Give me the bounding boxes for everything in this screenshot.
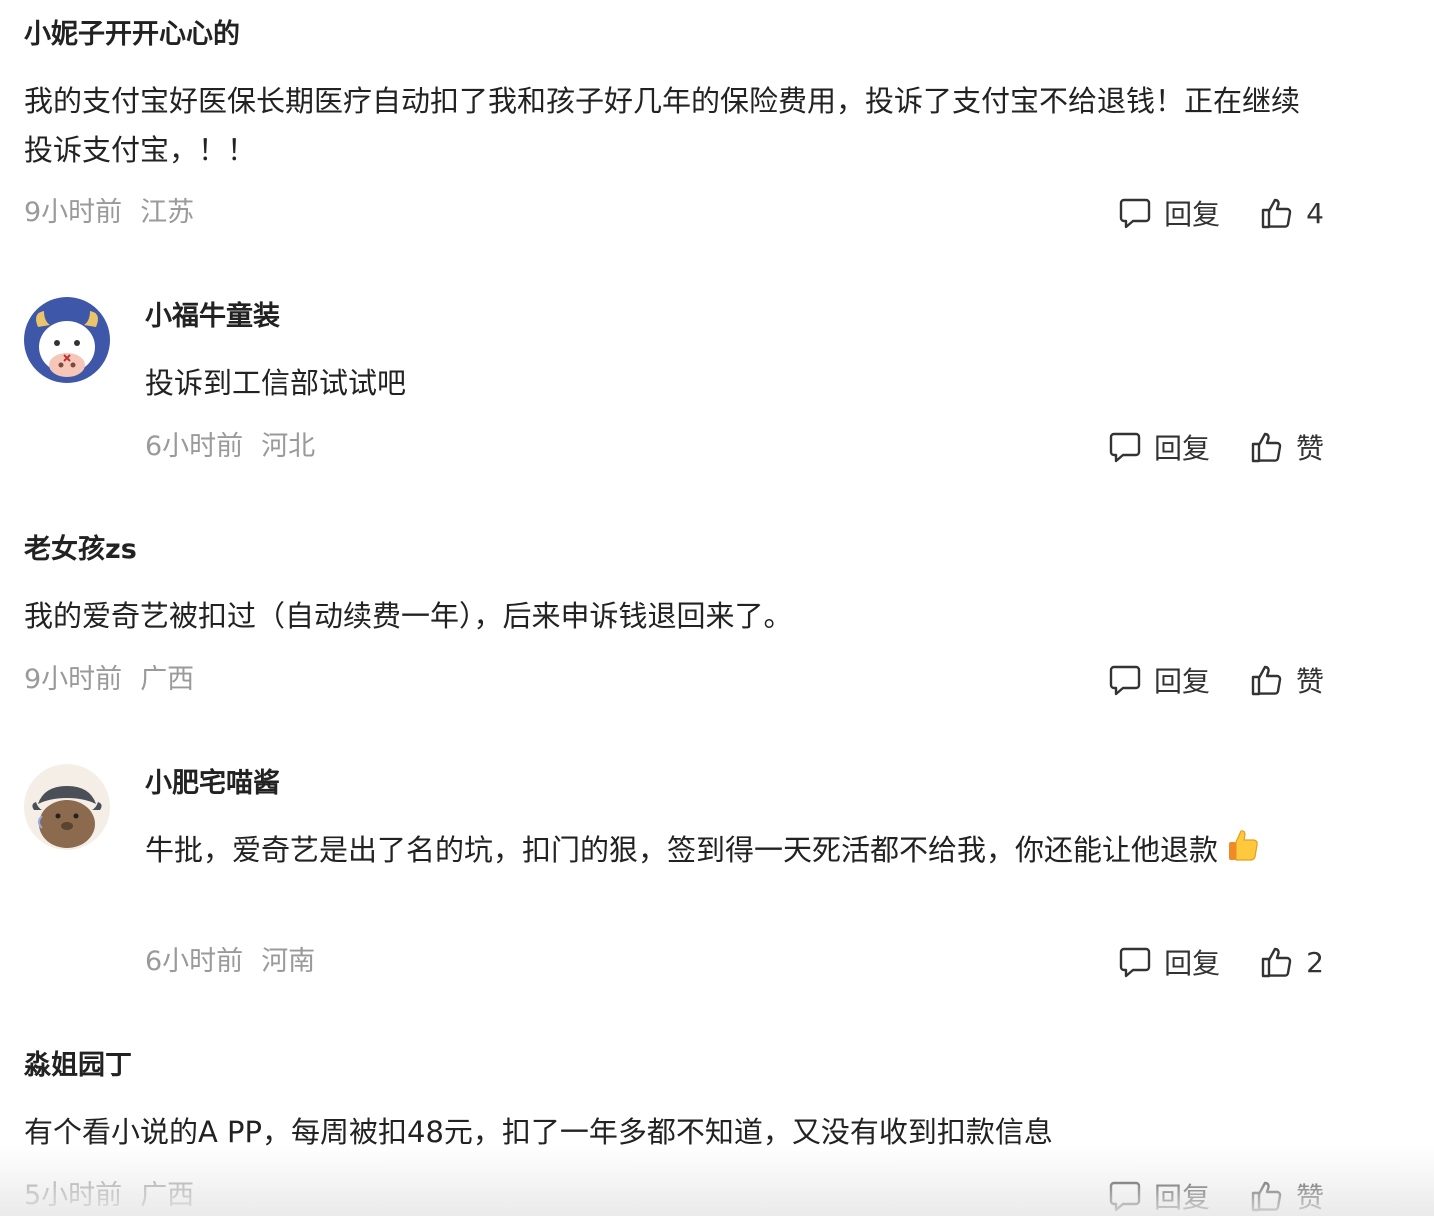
comment-location: 河南 — [261, 946, 316, 977]
comment-text: 我的支付宝好医保长期医疗自动扣了我和孩子好几年的保险费用，投诉了支付宝不给退钱！… — [24, 84, 1301, 167]
reply-label: 回复 — [1153, 432, 1210, 465]
comment-actions: 回复 2 — [1118, 942, 1324, 982]
thumbs-up-icon — [1260, 196, 1294, 230]
comment-actions: 回复 赞 — [1108, 427, 1324, 467]
comment-time: 6小时前 — [145, 431, 244, 462]
thumbs-up-icon — [1250, 663, 1284, 697]
username[interactable]: 淼姐园丁 — [24, 1048, 132, 1084]
reply-button[interactable]: 回复 — [1108, 660, 1210, 700]
reply-label: 回复 — [1164, 198, 1221, 231]
comment-text: 我的爱奇艺被扣过（自动续费一年），后来申诉钱退回来了。 — [24, 599, 793, 633]
username[interactable]: 小肥宅喵酱 — [145, 766, 280, 802]
comment-text-body: 牛批，爱奇艺是出了名的坑，扣门的狠，签到得一天死活都不给我，你还能让他退款 — [145, 833, 1219, 867]
comment-time: 5小时前 — [24, 1180, 123, 1211]
comment-actions: 回复 4 — [1118, 193, 1324, 233]
speech-bubble-icon — [1118, 196, 1152, 230]
like-label: 赞 — [1295, 432, 1324, 465]
comment-time: 9小时前 — [24, 197, 123, 228]
reply-button[interactable]: 回复 — [1108, 427, 1210, 467]
username[interactable]: 小福牛童装 — [145, 299, 280, 335]
comment-text: 牛批，爱奇艺是出了名的坑，扣门的狠，签到得一天死活都不给我，你还能让他退款 — [145, 826, 1335, 877]
like-button[interactable]: 2 — [1260, 945, 1324, 979]
like-button[interactable]: 赞 — [1250, 660, 1324, 700]
speech-bubble-icon — [1108, 430, 1142, 464]
reply-button[interactable]: 回复 — [1118, 193, 1220, 233]
reply-label: 回复 — [1153, 1181, 1210, 1214]
speech-bubble-icon — [1118, 945, 1152, 979]
comment-meta: 9小时前 江苏 — [24, 195, 194, 231]
thumbs-up-icon — [1250, 1179, 1284, 1213]
comment-location: 广西 — [140, 664, 195, 695]
comment-actions: 回复 赞 — [1108, 1176, 1324, 1216]
username[interactable]: 小妮子开开心心的 — [24, 17, 240, 53]
reply-label: 回复 — [1164, 947, 1221, 980]
comment-meta: 6小时前 河南 — [145, 944, 315, 980]
like-button[interactable]: 赞 — [1250, 427, 1324, 467]
thumbs-up-icon — [1250, 430, 1284, 464]
avatar[interactable] — [24, 297, 110, 383]
comment-actions: 回复 赞 — [1108, 660, 1324, 700]
like-button[interactable]: 赞 — [1250, 1176, 1324, 1216]
like-count: 2 — [1306, 945, 1324, 979]
thumbs-up-icon — [1260, 945, 1294, 979]
comment-text: 有个看小说的A PP，每周被扣48元，扣了一年多都不知道，又没有收到扣款信息 — [24, 1115, 1053, 1149]
comment-meta: 6小时前 河北 — [145, 429, 315, 465]
reply-button[interactable]: 回复 — [1108, 1176, 1210, 1216]
comment-text: 投诉到工信部试试吧 — [145, 366, 407, 400]
speech-bubble-icon — [1108, 663, 1142, 697]
like-count: 4 — [1306, 196, 1324, 230]
comment-time: 9小时前 — [24, 664, 123, 695]
like-button[interactable]: 4 — [1260, 196, 1324, 230]
username[interactable]: 老女孩zs — [24, 532, 137, 568]
comment-location: 河北 — [261, 431, 316, 462]
like-label: 赞 — [1295, 1181, 1324, 1214]
speech-bubble-icon — [1108, 1179, 1142, 1213]
avatar[interactable] — [24, 764, 110, 850]
comment-location: 广西 — [140, 1180, 195, 1211]
comment-meta: 5小时前 广西 — [24, 1178, 194, 1214]
reply-label: 回复 — [1153, 665, 1210, 698]
comment-time: 6小时前 — [145, 946, 244, 977]
like-label: 赞 — [1295, 665, 1324, 698]
reply-button[interactable]: 回复 — [1118, 942, 1220, 982]
comment-meta: 9小时前 广西 — [24, 662, 194, 698]
thumbs-up-emoji — [1227, 828, 1259, 877]
comment-location: 江苏 — [140, 197, 195, 228]
